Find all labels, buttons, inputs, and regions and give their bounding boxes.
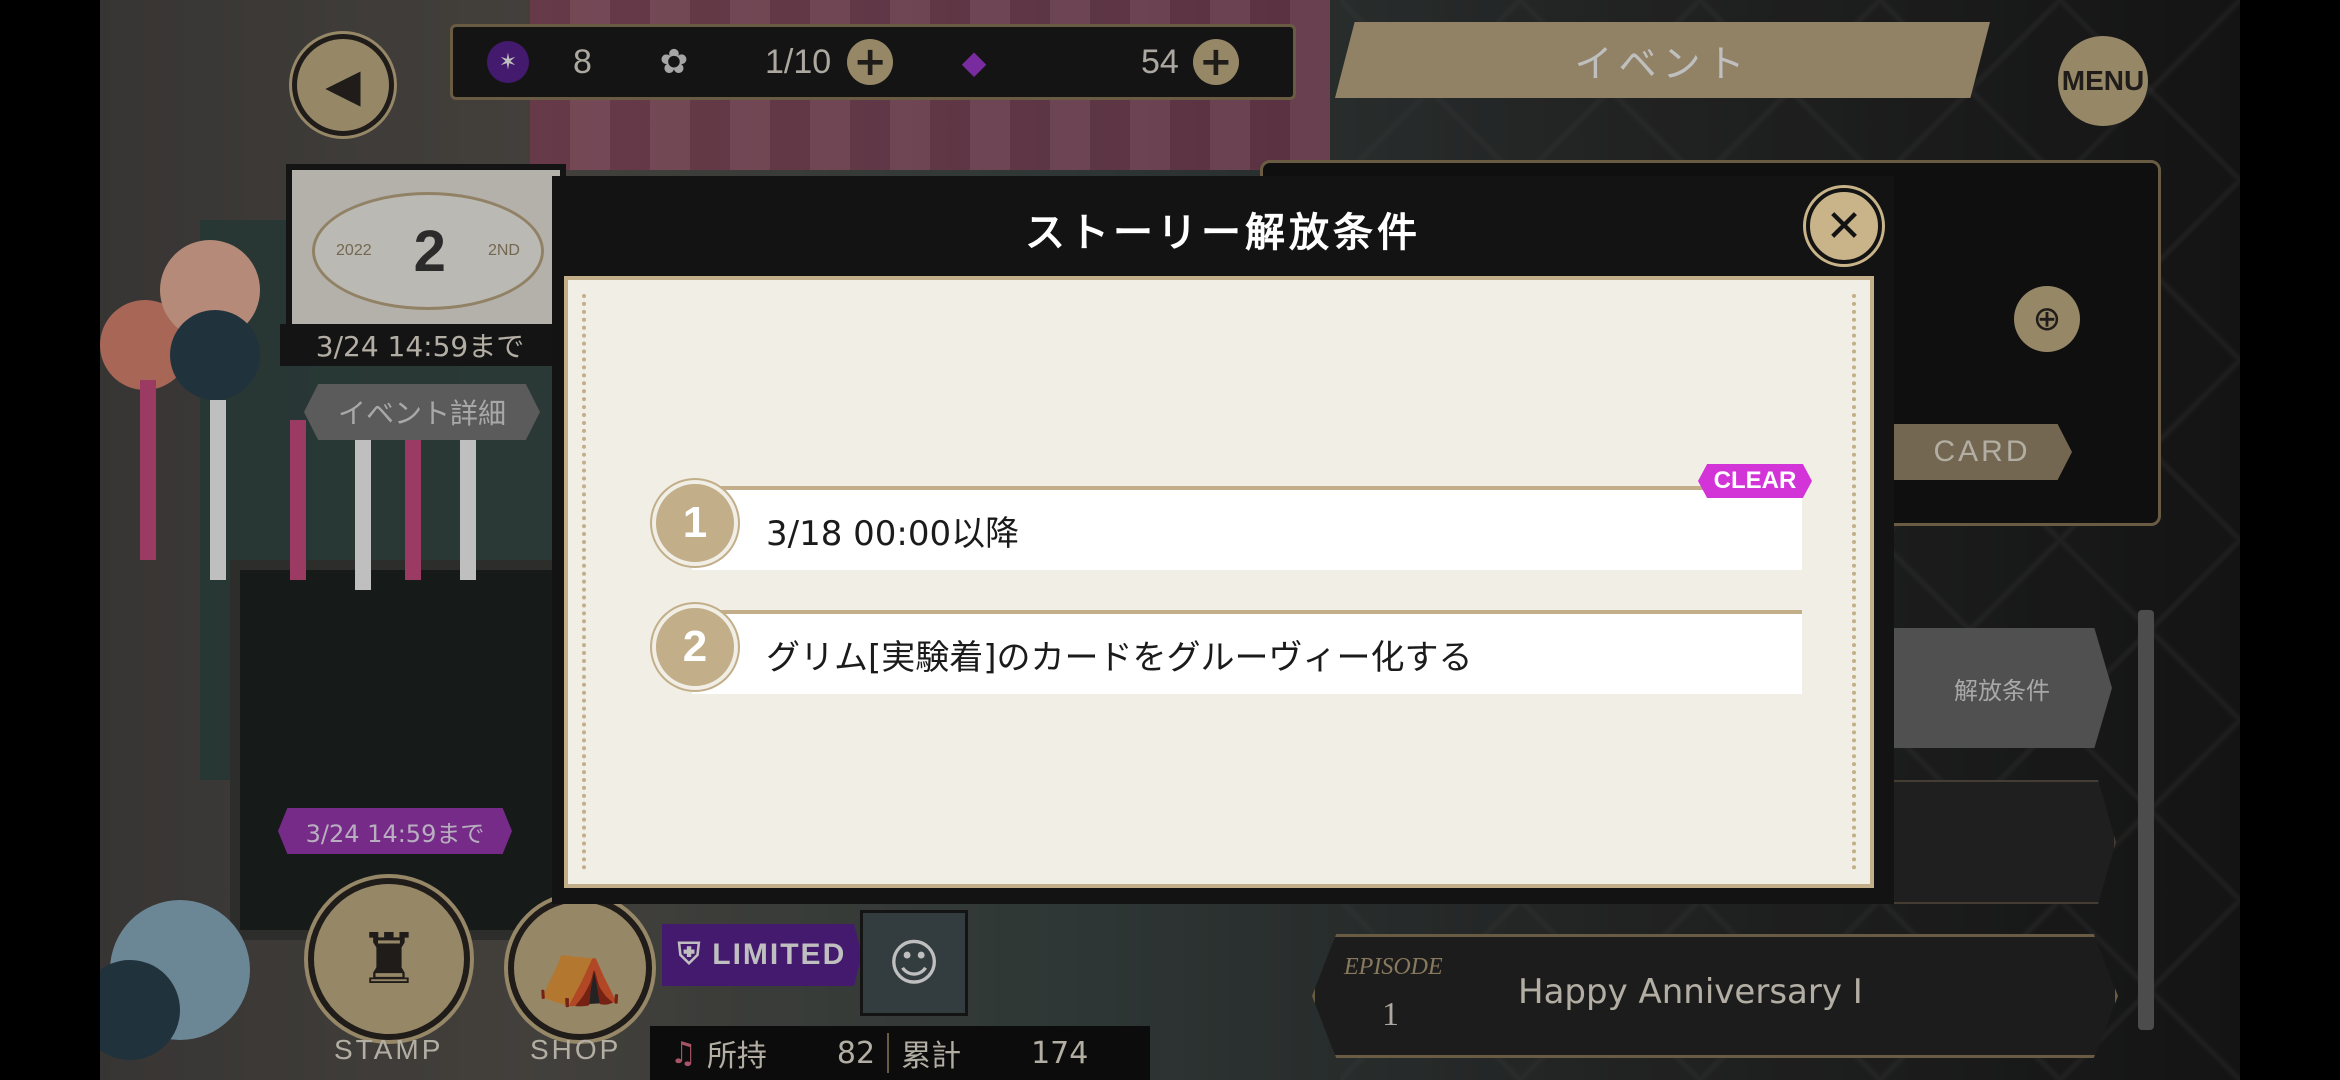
dialog-title: ストーリー解放条件 bbox=[1025, 210, 1421, 256]
condition-row: 2 グリム[実験着]のカードをグルーヴィー化する bbox=[652, 604, 1802, 694]
clear-badge: CLEAR bbox=[1698, 464, 1812, 498]
dialog-content: CLEAR 1 3/18 00:00以降 2 グリム[実験着]のカードをグルーヴ… bbox=[564, 276, 1874, 888]
condition-text: 3/18 00:00以降 bbox=[766, 514, 1020, 554]
condition-row: CLEAR 1 3/18 00:00以降 bbox=[652, 464, 1812, 570]
close-icon: ✕ bbox=[1825, 200, 1863, 252]
close-button[interactable]: ✕ bbox=[1806, 188, 1882, 264]
paper-border bbox=[582, 294, 1856, 870]
condition-number: 1 bbox=[652, 480, 738, 566]
condition-number: 2 bbox=[652, 604, 738, 690]
story-unlock-dialog: ストーリー解放条件 ✕ CLEAR 1 3/18 00:00以降 2 グリム[実… bbox=[552, 176, 1894, 904]
condition-text: グリム[実験着]のカードをグルーヴィー化する bbox=[766, 638, 1473, 678]
